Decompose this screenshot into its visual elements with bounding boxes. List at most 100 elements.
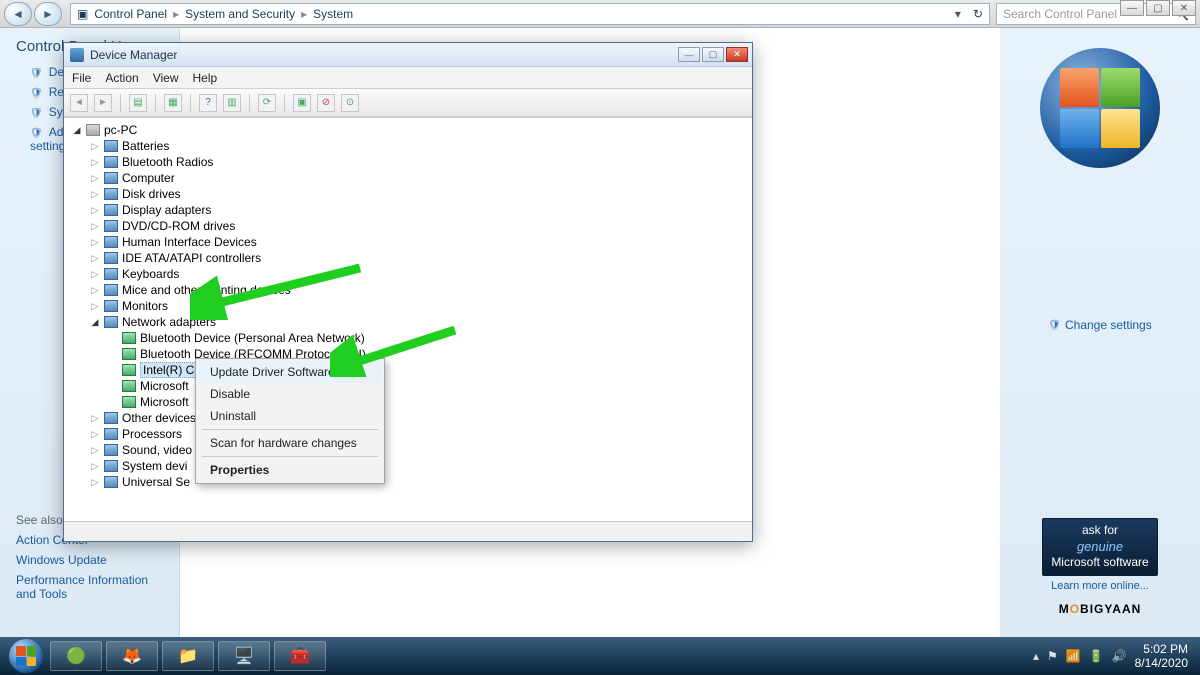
expand-icon[interactable]: ▷ [90, 429, 100, 440]
breadcrumb-item[interactable]: Control Panel [94, 7, 167, 21]
dm-maximize-button[interactable]: ▢ [702, 47, 724, 62]
tool-help-icon[interactable]: ? [199, 94, 217, 112]
expand-icon[interactable]: ▷ [90, 445, 100, 456]
expand-icon[interactable]: ▷ [90, 301, 100, 312]
tool-disable-icon[interactable]: ⊘ [317, 94, 335, 112]
tree-item-label[interactable]: IDE ATA/ATAPI controllers [122, 251, 261, 265]
expand-icon[interactable]: ▷ [90, 285, 100, 296]
breadcrumb-item[interactable]: System and Security [185, 7, 295, 21]
refresh-icon[interactable]: ↻ [973, 7, 983, 21]
tray-battery-icon[interactable]: 🔋 [1089, 649, 1104, 663]
tree-item-label[interactable]: Human Interface Devices [122, 235, 257, 249]
start-button[interactable] [6, 637, 46, 675]
menu-view[interactable]: View [153, 71, 179, 85]
learn-more-link[interactable]: Learn more online... [1051, 580, 1149, 592]
tool-scan-icon[interactable]: ▥ [223, 94, 241, 112]
menu-help[interactable]: Help [193, 71, 218, 85]
tray-clock[interactable]: 5:02 PM 8/14/2020 [1135, 642, 1188, 671]
expand-icon[interactable]: ◢ [90, 317, 100, 328]
expand-icon[interactable]: ▷ [90, 221, 100, 232]
nav-back-button[interactable]: ◄ [4, 2, 32, 26]
expand-icon[interactable]: ▷ [90, 141, 100, 152]
ctx-disable[interactable]: Disable [198, 383, 382, 405]
tool-back-icon[interactable]: ◄ [70, 94, 88, 112]
expand-icon[interactable]: ▷ [90, 253, 100, 264]
tree-item-label[interactable]: Keyboards [122, 267, 179, 281]
tool-uninstall-icon[interactable]: ▣ [293, 94, 311, 112]
menu-action[interactable]: Action [105, 71, 138, 85]
change-settings-link[interactable]: Change settings [1048, 318, 1151, 332]
device-icon [104, 444, 118, 456]
tree-item-adapter[interactable]: Microsoft [140, 379, 189, 393]
tree-item-label[interactable]: DVD/CD-ROM drives [122, 219, 235, 233]
tree-item-label[interactable]: System devi [122, 459, 187, 473]
computer-icon [86, 124, 100, 136]
expand-icon[interactable]: ▷ [90, 189, 100, 200]
expand-icon[interactable]: ▷ [90, 237, 100, 248]
nav-forward-button[interactable]: ► [34, 2, 62, 26]
expand-icon[interactable]: ▷ [90, 413, 100, 424]
tree-item-label[interactable]: Other devices [122, 411, 196, 425]
tree-item-label[interactable]: Bluetooth Radios [122, 155, 213, 169]
tree-item-label[interactable]: Universal Se [122, 475, 190, 489]
device-icon [104, 172, 118, 184]
tool-enable-icon[interactable]: ⊙ [341, 94, 359, 112]
tree-item-adapter[interactable]: Microsoft [140, 395, 189, 409]
dm-minimize-button[interactable]: — [678, 47, 700, 62]
tree-item-label[interactable]: Batteries [122, 139, 169, 153]
breadcrumb-dropdown-icon[interactable]: ▾ [955, 7, 961, 21]
bg-minimize-button[interactable]: — [1120, 0, 1144, 16]
dm-status-bar [64, 521, 752, 541]
menu-file[interactable]: File [72, 71, 91, 85]
network-adapter-icon [122, 380, 136, 392]
taskbar-explorer[interactable]: 📁 [162, 641, 214, 671]
tree-item-adapter[interactable]: Bluetooth Device (Personal Area Network) [140, 331, 365, 345]
tree-item-label[interactable]: Sound, video [122, 443, 192, 457]
expand-icon[interactable]: ▷ [90, 173, 100, 184]
tool-forward-icon[interactable]: ► [94, 94, 112, 112]
tray-show-hidden-icon[interactable]: ▴ [1033, 649, 1039, 663]
tray-network-icon[interactable]: 📶 [1066, 649, 1081, 663]
tree-item-network-adapters[interactable]: Network adapters [122, 315, 216, 329]
expand-icon[interactable]: ◢ [72, 125, 82, 136]
tree-item-label[interactable]: Disk drives [122, 187, 181, 201]
taskbar: 🟢 🦊 📁 🖥️ 🧰 ▴ ⚑ 📶 🔋 🔊 5:02 PM 8/14/2020 [0, 637, 1200, 675]
taskbar-chrome[interactable]: 🟢 [50, 641, 102, 671]
dm-titlebar[interactable]: Device Manager — ▢ ✕ [64, 43, 752, 67]
ctx-scan[interactable]: Scan for hardware changes [198, 432, 382, 454]
tree-root[interactable]: pc-PC [104, 123, 137, 137]
tray-flag-icon[interactable]: ⚑ [1047, 649, 1058, 663]
expand-icon[interactable]: ▷ [90, 205, 100, 216]
tree-item-label[interactable]: Computer [122, 171, 175, 185]
ctx-properties[interactable]: Properties [198, 459, 382, 481]
genuine-badge[interactable]: ask for genuine Microsoft software [1042, 518, 1157, 576]
tool-properties-icon[interactable]: ▦ [164, 94, 182, 112]
bg-maximize-button[interactable]: ▢ [1146, 0, 1170, 16]
tool-update-icon[interactable]: ⟳ [258, 94, 276, 112]
tray-volume-icon[interactable]: 🔊 [1112, 649, 1127, 663]
tree-item-label[interactable]: Processors [122, 427, 182, 441]
tree-item-label[interactable]: Mice and other pointing devices [122, 283, 291, 297]
tree-item-label[interactable]: Monitors [122, 299, 168, 313]
expand-icon[interactable]: ▷ [90, 477, 100, 488]
taskbar-control-panel[interactable]: 🖥️ [218, 641, 270, 671]
expand-icon[interactable]: ▷ [90, 461, 100, 472]
network-adapter-icon [122, 332, 136, 344]
ctx-uninstall[interactable]: Uninstall [198, 405, 382, 427]
ctx-update-driver[interactable]: Update Driver Software... [198, 361, 382, 383]
tree-item-label[interactable]: Display adapters [122, 203, 211, 217]
bg-close-button[interactable]: ✕ [1172, 0, 1196, 16]
device-tree: ◢ pc-PC ▷ Batteries ▷ Bluetooth Radios ▷ Compu… [72, 122, 752, 490]
dm-close-button[interactable]: ✕ [726, 47, 748, 62]
breadcrumb[interactable]: ▣ Control Panel▸ System and Security▸ Sy… [70, 3, 990, 25]
breadcrumb-item[interactable]: System [313, 7, 353, 21]
taskbar-toolbox[interactable]: 🧰 [274, 641, 326, 671]
taskbar-firefox[interactable]: 🦊 [106, 641, 158, 671]
expand-icon[interactable]: ▷ [90, 157, 100, 168]
device-icon [104, 476, 118, 488]
see-also-perf[interactable]: Performance Information and Tools [16, 573, 166, 601]
see-also-windows-update[interactable]: Windows Update [16, 553, 179, 567]
tool-console-icon[interactable]: ▤ [129, 94, 147, 112]
device-icon [104, 140, 118, 152]
expand-icon[interactable]: ▷ [90, 269, 100, 280]
